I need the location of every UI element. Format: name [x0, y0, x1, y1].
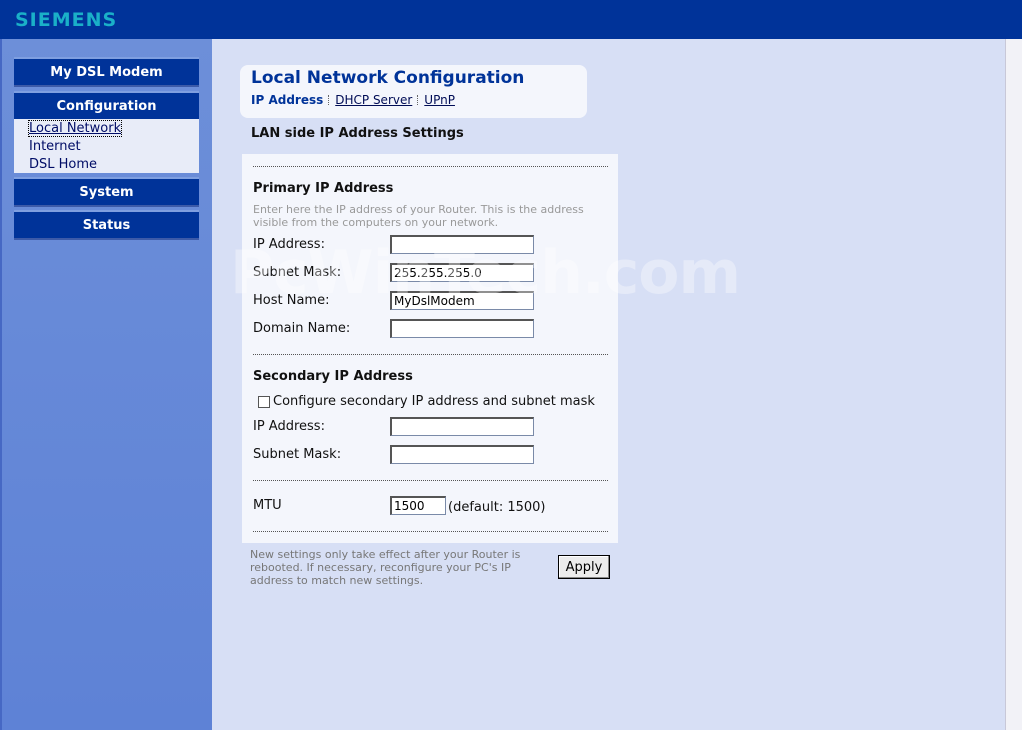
divider: [253, 480, 608, 481]
primary-ip-input[interactable]: [390, 235, 534, 254]
host-name-label: Host Name:: [253, 293, 330, 308]
top-banner: SIEMENS: [0, 0, 1022, 39]
secondary-ip-checkbox[interactable]: [258, 396, 270, 408]
primary-mask-input[interactable]: [390, 263, 534, 282]
primary-mask-label: Subnet Mask:: [253, 265, 342, 280]
divider: [253, 354, 608, 355]
domain-name-label: Domain Name:: [253, 321, 351, 336]
sidebar-edge: [0, 39, 2, 730]
secondary-heading: Secondary IP Address: [253, 369, 413, 384]
vertical-scrollbar[interactable]: [1005, 39, 1022, 730]
title-box: Local Network Configuration IP Address DH…: [240, 65, 587, 118]
reboot-note: New settings only take effect after your…: [250, 548, 521, 587]
nav-system[interactable]: System: [14, 177, 199, 205]
subnav-local-network[interactable]: Local Network: [27, 120, 123, 137]
tab-dhcp-server[interactable]: DHCP Server: [335, 93, 412, 107]
primary-hint: Enter here the IP address of your Router…: [253, 203, 584, 229]
nav-configuration[interactable]: Configuration: [14, 91, 199, 119]
siemens-logo: SIEMENS: [15, 9, 118, 31]
primary-heading: Primary IP Address: [253, 181, 394, 196]
nav-status[interactable]: Status: [14, 210, 199, 238]
primary-ip-label: IP Address:: [253, 237, 325, 252]
page-title: Local Network Configuration: [251, 68, 525, 88]
secondary-ip-checkbox-label[interactable]: Configure secondary IP address and subne…: [273, 394, 595, 409]
secondary-mask-input[interactable]: [390, 445, 534, 464]
host-name-input[interactable]: [390, 291, 534, 310]
mtu-input[interactable]: [390, 496, 446, 515]
secondary-ip-label: IP Address:: [253, 419, 325, 434]
subnav-dsl-home[interactable]: DSL Home: [29, 157, 97, 172]
secondary-mask-label: Subnet Mask:: [253, 447, 342, 462]
divider: [253, 531, 608, 532]
configuration-submenu: Local Network Internet DSL Home: [14, 119, 199, 173]
domain-name-input[interactable]: [390, 319, 534, 338]
section-heading: LAN side IP Address Settings: [251, 126, 464, 141]
apply-button[interactable]: Apply: [558, 555, 610, 579]
secondary-ip-input[interactable]: [390, 417, 534, 436]
tab-separator: [417, 95, 419, 105]
subnav-internet[interactable]: Internet: [29, 139, 81, 154]
tab-bar: IP Address DHCP Server UPnP: [251, 93, 455, 107]
divider: [253, 166, 608, 167]
nav-my-dsl-modem[interactable]: My DSL Modem: [14, 57, 199, 85]
mtu-label: MTU: [253, 498, 282, 513]
settings-panel: Primary IP Address Enter here the IP add…: [242, 154, 618, 543]
mtu-default-text: (default: 1500): [448, 500, 546, 515]
tab-separator: [328, 95, 330, 105]
tab-upnp[interactable]: UPnP: [424, 93, 455, 107]
tab-ip-address[interactable]: IP Address: [251, 93, 323, 107]
